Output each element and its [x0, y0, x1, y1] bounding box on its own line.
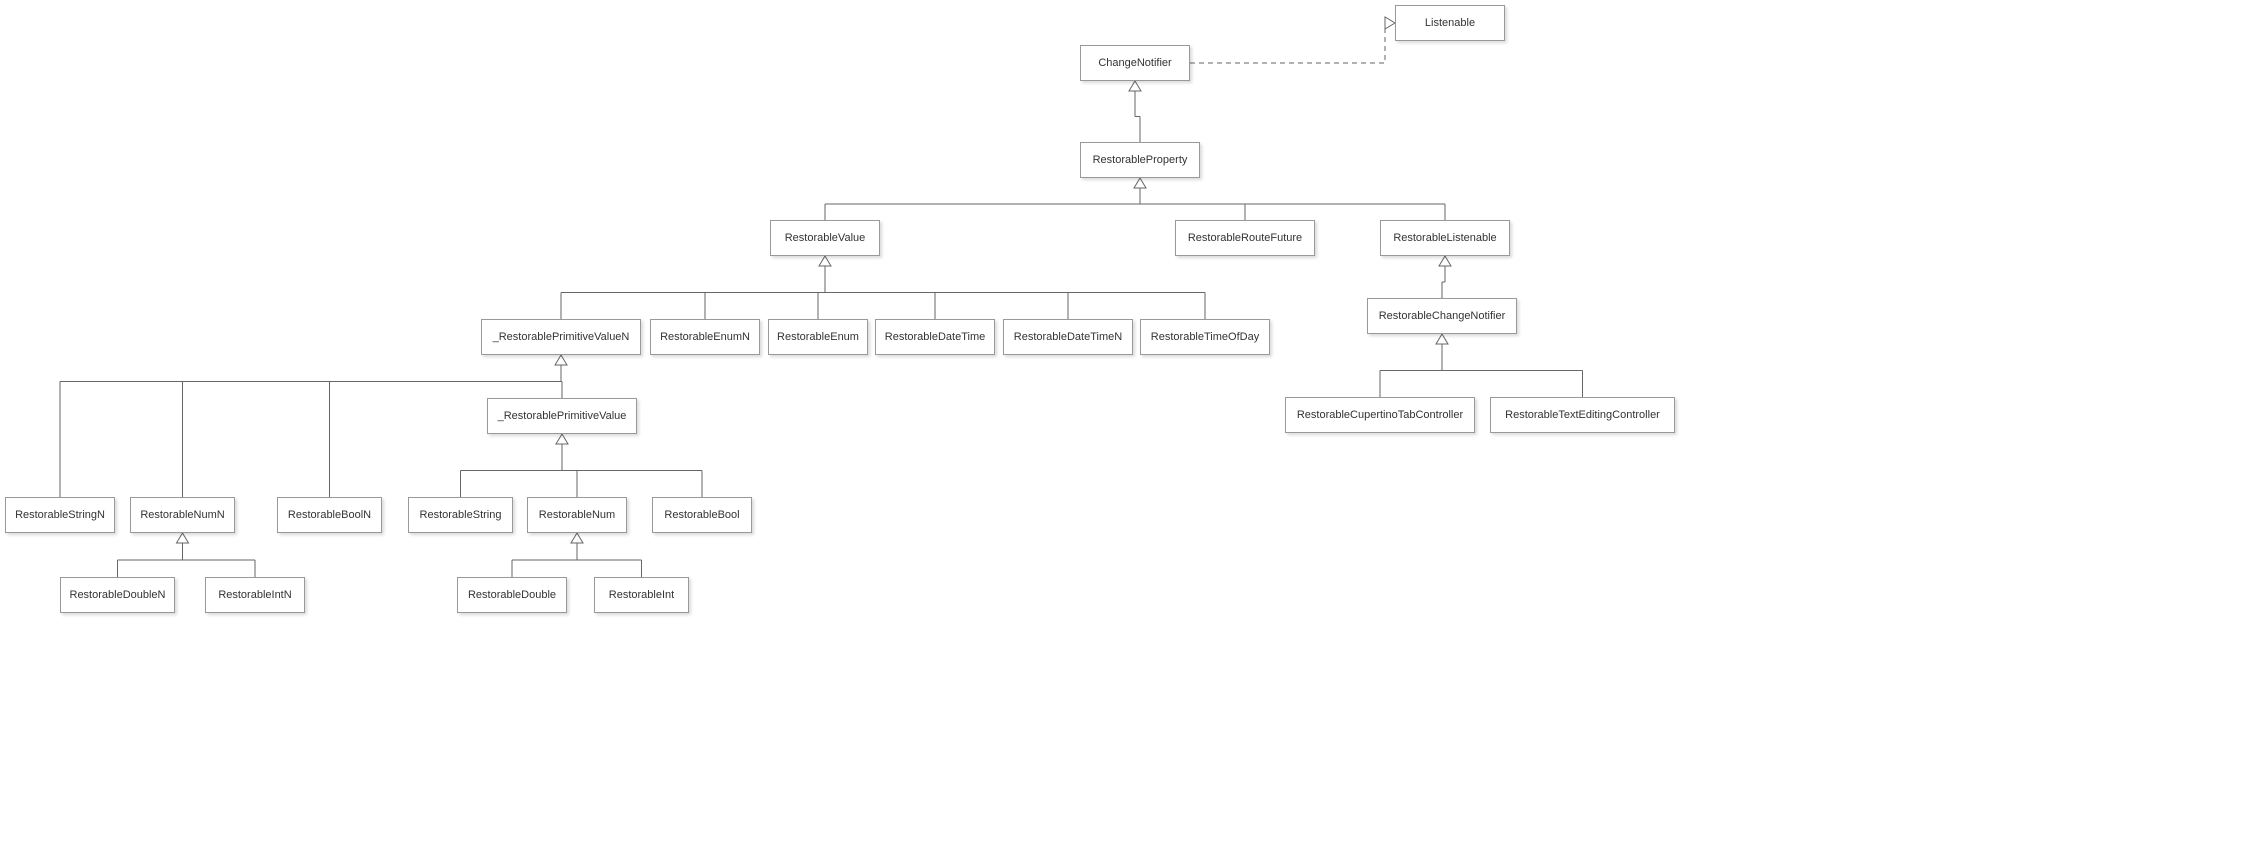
- class-label: RestorableDoubleN: [70, 589, 166, 601]
- class-label: ChangeNotifier: [1098, 57, 1171, 69]
- class-node-changeNotifier: ChangeNotifier: [1080, 45, 1190, 81]
- class-label: RestorableBool: [664, 509, 739, 521]
- class-label: RestorableNumN: [140, 509, 224, 521]
- class-node-listenable: Listenable: [1395, 5, 1505, 41]
- class-label: Listenable: [1425, 17, 1475, 29]
- class-node-restorableStringN: RestorableStringN: [5, 497, 115, 533]
- class-node-restorableCupertinoTabController: RestorableCupertinoTabController: [1285, 397, 1475, 433]
- class-label: RestorableIntN: [218, 589, 291, 601]
- class-label: RestorableTimeOfDay: [1151, 331, 1259, 343]
- class-label: RestorableEnum: [777, 331, 859, 343]
- class-node-restorableIntN: RestorableIntN: [205, 577, 305, 613]
- class-node-restorableTextEditingController: RestorableTextEditingController: [1490, 397, 1675, 433]
- class-label: RestorableDouble: [468, 589, 556, 601]
- class-label: _RestorablePrimitiveValue: [498, 410, 627, 422]
- uml-diagram-canvas: Listenable ChangeNotifier RestorableProper…: [0, 0, 2263, 843]
- class-label: RestorableDateTimeN: [1014, 331, 1122, 343]
- class-node-restorableEnum: RestorableEnum: [768, 319, 868, 355]
- class-node-restorableProperty: RestorableProperty: [1080, 142, 1200, 178]
- class-node-restorableNumN: RestorableNumN: [130, 497, 235, 533]
- class-label: RestorableValue: [785, 232, 866, 244]
- class-node-restorableDateTimeN: RestorableDateTimeN: [1003, 319, 1133, 355]
- class-node-restorableInt: RestorableInt: [594, 577, 689, 613]
- class-node-restorableChangeNotifier: RestorableChangeNotifier: [1367, 298, 1517, 334]
- class-label: RestorableRouteFuture: [1188, 232, 1302, 244]
- class-node-restorableBool: RestorableBool: [652, 497, 752, 533]
- class-label: RestorableBoolN: [288, 509, 371, 521]
- class-node-restorableValue: RestorableValue: [770, 220, 880, 256]
- class-label: _RestorablePrimitiveValueN: [493, 331, 630, 343]
- class-node-restorablePrimitiveValue: _RestorablePrimitiveValue: [487, 398, 637, 434]
- class-node-restorableBoolN: RestorableBoolN: [277, 497, 382, 533]
- class-label: RestorableNum: [539, 509, 615, 521]
- class-node-restorableTimeOfDay: RestorableTimeOfDay: [1140, 319, 1270, 355]
- class-node-restorableRouteFuture: RestorableRouteFuture: [1175, 220, 1315, 256]
- class-node-restorableDouble: RestorableDouble: [457, 577, 567, 613]
- class-label: RestorableEnumN: [660, 331, 750, 343]
- class-node-restorableString: RestorableString: [408, 497, 513, 533]
- class-label: RestorableStringN: [15, 509, 105, 521]
- class-node-restorablePrimitiveValueN: _RestorablePrimitiveValueN: [481, 319, 641, 355]
- class-label: RestorableInt: [609, 589, 674, 601]
- class-label: RestorableProperty: [1093, 154, 1188, 166]
- class-node-restorableDoubleN: RestorableDoubleN: [60, 577, 175, 613]
- class-label: RestorableCupertinoTabController: [1297, 409, 1463, 421]
- class-label: RestorableString: [420, 509, 502, 521]
- class-label: RestorableTextEditingController: [1505, 409, 1660, 421]
- class-label: RestorableChangeNotifier: [1379, 310, 1506, 322]
- class-node-restorableEnumN: RestorableEnumN: [650, 319, 760, 355]
- class-node-restorableListenable: RestorableListenable: [1380, 220, 1510, 256]
- edge-layer: [0, 0, 2263, 843]
- class-label: RestorableListenable: [1393, 232, 1496, 244]
- class-label: RestorableDateTime: [885, 331, 985, 343]
- class-node-restorableNum: RestorableNum: [527, 497, 627, 533]
- class-node-restorableDateTime: RestorableDateTime: [875, 319, 995, 355]
